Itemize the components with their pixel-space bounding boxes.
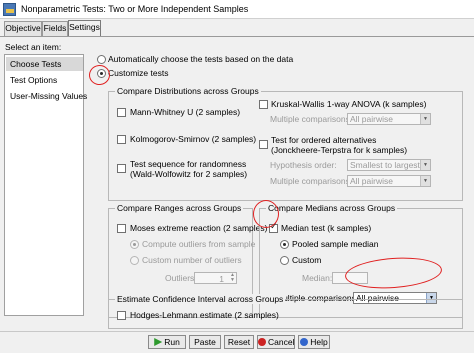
kolmogorov-smirnov-checkbox[interactable]: [117, 135, 126, 144]
outliers-value: 1: [219, 274, 224, 284]
item-choose-tests[interactable]: Choose Tests: [6, 57, 83, 71]
chevron-down-icon: ▼: [420, 176, 430, 186]
custom-outliers-label: Custom number of outliers: [142, 255, 242, 265]
kruskal-wallis-label: Kruskal-Wallis 1-way ANOVA (k samples): [271, 99, 427, 109]
paste-button[interactable]: Paste: [189, 335, 221, 349]
help-icon: [300, 338, 309, 346]
pooled-median-label: Pooled sample median: [292, 239, 379, 249]
median-test-label: Median test (k samples): [281, 223, 372, 233]
item-user-missing-values[interactable]: User-Missing Values: [6, 89, 87, 103]
spss-app-icon: [3, 3, 16, 16]
cancel-icon: [258, 338, 266, 346]
run-button[interactable]: Run: [148, 335, 186, 349]
runs-test-checkbox[interactable]: [117, 164, 126, 173]
confidence-interval-group: Estimate Confidence Interval across Grou…: [108, 294, 463, 329]
window-title: Nonparametric Tests: Two or More Indepen…: [21, 4, 249, 14]
compare-ranges-title: Compare Ranges across Groups: [115, 203, 244, 213]
kruskal-wallis-checkbox[interactable]: [259, 100, 268, 109]
chevron-down-icon: ▼: [420, 114, 430, 124]
outliers-spinner[interactable]: 1 ▲ ▼: [194, 272, 237, 284]
ordered-mc-label: Multiple comparisons:: [270, 176, 353, 186]
kruskal-mc-value: All pairwise: [350, 114, 393, 124]
custom-median-label: Custom: [292, 255, 322, 265]
annotation-circle-median-test: [253, 200, 279, 228]
reset-button[interactable]: Reset: [224, 335, 254, 349]
help-button[interactable]: Help: [298, 335, 330, 349]
custom-median-radio[interactable]: [280, 256, 289, 265]
hypothesis-order-select[interactable]: Smallest to largest ▼: [347, 159, 431, 171]
button-bar: Run Paste Reset Cancel Help: [0, 331, 474, 353]
runs-test-label-line2: (Wald-Wolfowitz for 2 samples): [130, 169, 248, 179]
dialog-window: Nonparametric Tests: Two or More Indepen…: [0, 0, 474, 353]
tab-fields[interactable]: Fields: [42, 21, 68, 36]
ordered-alternatives-line2: (Jonckheere-Terpstra for k samples): [271, 145, 408, 155]
confidence-interval-title: Estimate Confidence Interval across Grou…: [115, 294, 286, 304]
hodges-lehmann-label: Hodges-Lehmann estimate (2 samples): [130, 310, 279, 320]
ordered-mc-select[interactable]: All pairwise ▼: [347, 175, 431, 187]
compare-distributions-group: Compare Distributions across Groups Mann…: [108, 86, 463, 201]
outliers-label: Outliers:: [165, 273, 197, 283]
custom-outliers-radio[interactable]: [130, 256, 139, 265]
ordered-alternatives-checkbox[interactable]: [259, 140, 268, 149]
runs-test-label-line1: Test sequence for randomness: [130, 159, 247, 169]
help-label: Help: [310, 337, 328, 347]
mann-whitney-checkbox[interactable]: [117, 108, 126, 117]
hodges-lehmann-checkbox[interactable]: [117, 311, 126, 320]
settings-panel: Automatically choose the tests based on …: [86, 38, 474, 341]
item-list: Choose Tests Test Options User-Missing V…: [4, 54, 87, 316]
tab-settings[interactable]: Settings: [68, 20, 101, 36]
hypothesis-order-label: Hypothesis order:: [270, 160, 337, 170]
run-label: Run: [164, 337, 180, 347]
hypothesis-order-value: Smallest to largest: [350, 160, 420, 170]
reset-label: Reset: [227, 337, 251, 347]
auto-choose-radio[interactable]: [97, 55, 106, 64]
item-selector-panel: Select an item: Choose Tests Test Option…: [2, 40, 87, 343]
kruskal-mc-select[interactable]: All pairwise ▼: [347, 113, 431, 125]
compute-outliers-label: Compute outliers from sample: [142, 239, 256, 249]
run-icon: [154, 338, 163, 346]
mann-whitney-label: Mann-Whitney U (2 samples): [130, 107, 241, 117]
median-value-label: Median:: [302, 273, 333, 283]
compare-distributions-title: Compare Distributions across Groups: [115, 86, 261, 96]
ordered-mc-value: All pairwise: [350, 176, 393, 186]
title-bar: Nonparametric Tests: Two or More Indepen…: [0, 0, 474, 19]
chevron-down-icon: ▼: [420, 160, 430, 170]
cancel-label: Cancel: [268, 337, 295, 347]
tab-objective[interactable]: Objective: [4, 21, 42, 36]
kruskal-mc-label: Multiple comparisons:: [270, 114, 353, 124]
compare-medians-title: Compare Medians across Groups: [266, 203, 398, 213]
paste-label: Paste: [194, 337, 216, 347]
spinner-arrows-icon: ▲ ▼: [230, 272, 235, 283]
kolmogorov-smirnov-label: Kolmogorov-Smirnov (2 samples): [130, 134, 257, 144]
ordered-alternatives-line1: Test for ordered alternatives: [271, 135, 377, 145]
auto-choose-label: Automatically choose the tests based on …: [108, 54, 294, 64]
moses-label: Moses extreme reaction (2 samples): [130, 223, 268, 233]
customize-tests-label: Customize tests: [108, 68, 169, 78]
pooled-median-radio[interactable]: [280, 240, 289, 249]
cancel-button[interactable]: Cancel: [257, 335, 295, 349]
item-test-options[interactable]: Test Options: [6, 73, 83, 87]
compute-outliers-radio[interactable]: [130, 240, 139, 249]
moses-checkbox[interactable]: [117, 224, 126, 233]
select-item-heading: Select an item:: [5, 42, 62, 52]
